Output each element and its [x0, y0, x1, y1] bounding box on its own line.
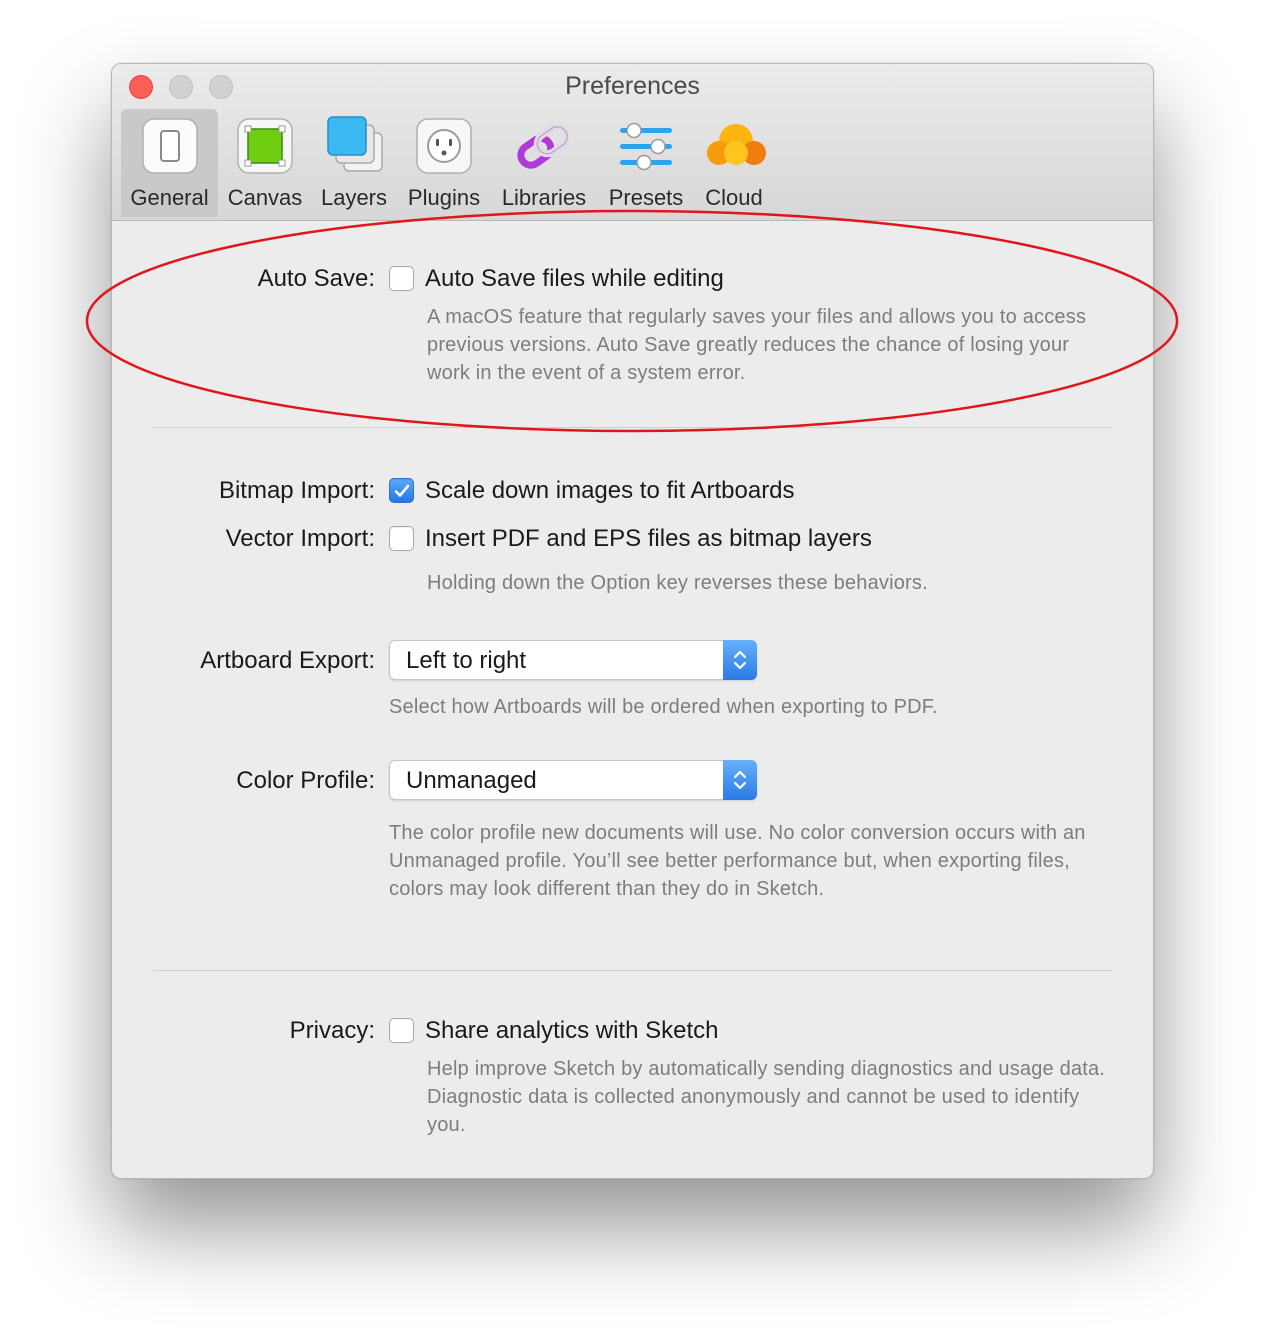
artboard-export-description: Select how Artboards will be ordered whe… [389, 696, 938, 718]
tab-presets[interactable]: Presets [603, 109, 689, 217]
general-switch-icon [140, 115, 200, 177]
tab-presets-label: Presets [608, 185, 684, 210]
bitmap-import-option-text[interactable]: Scale down images to fit Artboards [425, 477, 795, 505]
tab-layers[interactable]: Layers [313, 109, 395, 217]
libraries-icon [514, 115, 574, 177]
checkmark-icon [394, 484, 410, 497]
tab-general-label: General [130, 185, 209, 210]
tab-canvas-label: Canvas [227, 185, 303, 210]
popup-stepper-icon [723, 760, 757, 800]
tab-layers-label: Layers [320, 185, 388, 210]
vector-import-option-text[interactable]: Insert PDF and EPS files as bitmap layer… [425, 525, 872, 553]
tab-general[interactable]: General [121, 109, 218, 217]
tab-libraries-label: Libraries [501, 185, 587, 210]
bitmap-import-checkbox[interactable] [389, 478, 414, 503]
tab-cloud[interactable]: Cloud [696, 109, 772, 217]
title-bar: Preferences General Canvas Layers Plugin… [112, 64, 1153, 221]
vector-import-checkbox[interactable] [389, 526, 414, 551]
tab-cloud-label: Cloud [705, 185, 763, 210]
presets-sliders-icon [616, 115, 676, 177]
auto-save-checkbox[interactable] [389, 266, 414, 291]
artboard-export-value: Left to right [406, 647, 527, 674]
cloud-icon [704, 115, 766, 177]
tab-plugins[interactable]: Plugins [402, 109, 486, 217]
privacy-option-text[interactable]: Share analytics with Sketch [425, 1017, 718, 1045]
section-divider [153, 970, 1113, 971]
popup-stepper-icon [723, 640, 757, 680]
plugins-icon [414, 115, 474, 177]
privacy-checkbox[interactable] [389, 1018, 414, 1043]
vector-import-description: Holding down the Option key reverses the… [427, 572, 928, 594]
vector-import-label: Vector Import: [225, 525, 375, 552]
artboard-export-popup[interactable]: Left to right [389, 640, 757, 680]
color-profile-value: Unmanaged [406, 767, 537, 794]
tab-plugins-label: Plugins [407, 185, 481, 210]
tab-canvas[interactable]: Canvas [223, 109, 307, 217]
auto-save-description: A macOS feature that regularly saves you… [427, 306, 1087, 384]
auto-save-option-text[interactable]: Auto Save files while editing [425, 265, 724, 293]
tab-libraries[interactable]: Libraries [496, 109, 592, 217]
privacy-description: Help improve Sketch by automatically sen… [427, 1058, 1106, 1136]
bitmap-import-label: Bitmap Import: [218, 477, 375, 504]
canvas-icon [235, 115, 295, 177]
window-title: Preferences [565, 72, 700, 100]
layers-icon [324, 115, 384, 177]
color-profile-label: Color Profile: [236, 767, 375, 794]
color-profile-description: The color profile new documents will use… [389, 822, 1086, 900]
section-divider [153, 427, 1113, 428]
preferences-window: Preferences General Canvas Layers Plugin… [111, 63, 1154, 1179]
artboard-export-label: Artboard Export: [200, 647, 375, 674]
privacy-label: Privacy: [289, 1017, 375, 1044]
color-profile-popup[interactable]: Unmanaged [389, 760, 757, 800]
auto-save-label: Auto Save: [257, 265, 375, 292]
